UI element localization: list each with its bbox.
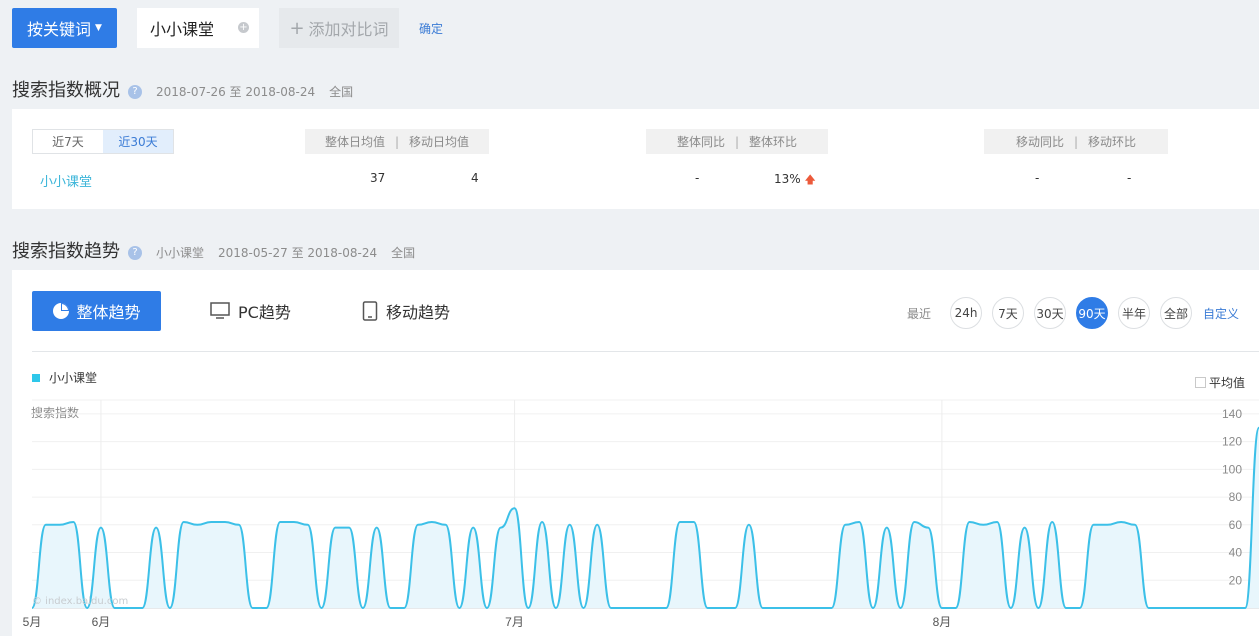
caret-down-icon: ▼	[95, 23, 102, 33]
add-compare-button[interactable]: + 添加对比词	[279, 8, 399, 48]
watermark: © index.baidu.com	[32, 596, 129, 607]
value-mom-total: 13%	[774, 172, 801, 186]
overview-range-tabs: 近7天 近30天	[32, 129, 174, 154]
add-compare-label: 添加对比词	[308, 20, 389, 39]
overview-header: 搜索指数概况 ? 2018-07-26 至 2018-08-24 全国	[12, 76, 353, 102]
value-avg-total: 37	[370, 171, 386, 185]
value-yoy-mobile: -	[1035, 171, 1040, 185]
trend-date-range: 2018-05-27 至 2018-08-24	[218, 246, 378, 260]
x-tick-label: 8月	[933, 615, 952, 629]
keyword-input[interactable]: 小小课堂 +	[137, 8, 259, 48]
trend-panel: 整体趋势 PC趋势 移动趋势 最近 24h 7天 30天 90天 半年 全部 自…	[12, 270, 1259, 636]
y-tick-label: 80	[1229, 490, 1243, 504]
y-tick-label: 140	[1222, 407, 1242, 421]
help-icon[interactable]: ?	[128, 85, 142, 99]
header-mom-total: 整体环比	[749, 135, 798, 149]
avg-header: 整体日均值 | 移动日均值	[305, 129, 489, 154]
overview-region: 全国	[329, 85, 354, 99]
keyword-toolbar: 按关键词 ▼ 小小课堂 + + 添加对比词 确定	[12, 8, 443, 48]
add-circle-icon[interactable]: +	[238, 22, 249, 33]
mobile-compare-header: 移动同比 | 移动环比	[984, 129, 1168, 154]
trend-title: 搜索指数趋势	[12, 241, 120, 262]
value-mom-mobile: -	[1127, 171, 1132, 185]
keyword-mode-button[interactable]: 按关键词 ▼	[12, 8, 117, 48]
x-tick-label: 7月	[505, 615, 524, 629]
keyword-mode-label: 按关键词	[27, 20, 92, 39]
help-icon[interactable]: ?	[128, 246, 142, 260]
y-tick-label: 120	[1222, 435, 1242, 449]
trend-chart[interactable]: 20 40 60 80 100 120 140 5月 6月 7月 8月	[12, 270, 1259, 636]
y-tick-label: 20	[1229, 573, 1243, 587]
overview-date-range: 2018-07-26 至 2018-08-24	[156, 85, 316, 99]
y-tick-label: 60	[1229, 518, 1243, 532]
total-compare-header: 整体同比 | 整体环比	[646, 129, 828, 154]
overview-title: 搜索指数概况	[12, 80, 120, 101]
y-tick-label: 40	[1229, 546, 1243, 560]
x-tick-label: 5月	[23, 615, 42, 629]
header-avg-mobile: 移动日均值	[409, 135, 470, 149]
tab-30-days[interactable]: 近30天	[103, 130, 173, 153]
header-mom-mobile: 移动环比	[1088, 135, 1137, 149]
keyword-input-value: 小小课堂	[150, 20, 215, 39]
x-tick-label: 6月	[92, 615, 111, 629]
tab-7-days[interactable]: 近7天	[33, 130, 103, 153]
header-avg-total: 整体日均值	[324, 135, 385, 149]
overview-keyword-link[interactable]: 小小课堂	[40, 171, 92, 190]
header-yoy-mobile: 移动同比	[1015, 135, 1064, 149]
trend-region: 全国	[391, 246, 416, 260]
trend-header: 搜索指数趋势 ? 小小课堂 2018-05-27 至 2018-08-24 全国	[12, 237, 415, 263]
arrow-up-icon: 🡅	[804, 173, 816, 186]
overview-panel: 近7天 近30天 整体日均值 | 移动日均值 整体同比 | 整体环比 移动同比 …	[12, 109, 1259, 209]
confirm-button[interactable]: 确定	[419, 20, 443, 37]
value-avg-mobile: 4	[471, 171, 479, 185]
header-yoy-total: 整体同比	[676, 135, 725, 149]
y-tick-label: 100	[1222, 462, 1242, 476]
value-mom-total-wrap: 13% 🡅	[774, 171, 816, 190]
plus-icon: +	[289, 17, 305, 39]
series-area	[32, 427, 1259, 608]
value-yoy-total: -	[695, 171, 700, 185]
trend-keyword: 小小课堂	[156, 246, 205, 260]
